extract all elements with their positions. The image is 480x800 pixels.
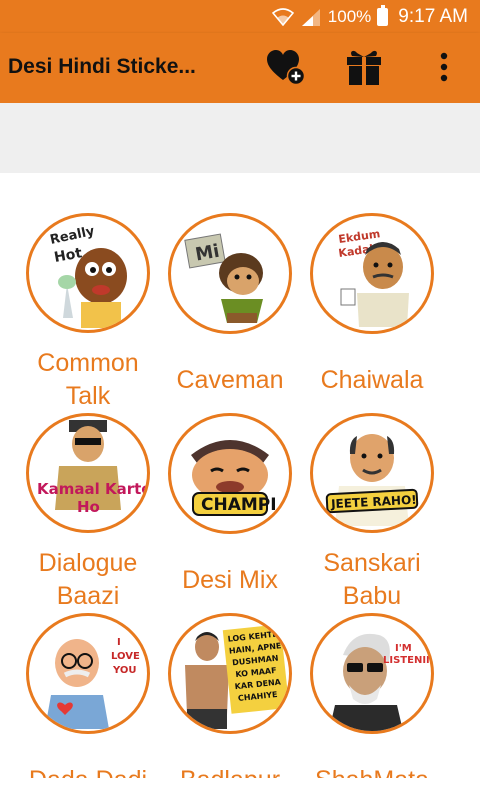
category-label: Badlapur <box>155 748 305 778</box>
category-label: Sanskari Babu <box>323 549 421 610</box>
sticker-caption: LISTENING <box>383 655 431 666</box>
battery-icon <box>377 4 389 26</box>
category-item-dialogue-baazi[interactable]: Kamaal Karte Ho Dialogue Baazi <box>13 413 163 613</box>
sticker-thumbnail: Kamaal Karte Ho <box>26 413 150 533</box>
sticker-thumbnail: I'M LISTENING <box>310 613 434 735</box>
category-grid: Really Hot Common Talk Mi Caveman Ekdum … <box>0 173 480 778</box>
category-item-chaiwala[interactable]: Ekdum Kadak Chaiwala <box>297 213 447 413</box>
sticker-caption: Ho <box>77 498 100 516</box>
sticker-caption: LOVE <box>111 651 140 662</box>
clock: 9:17 AM <box>398 5 468 27</box>
sticker-thumbnail: Ekdum Kadak <box>310 213 434 335</box>
sticker-caption: YOU <box>112 665 137 676</box>
sticker-thumbnail: Really Hot <box>26 213 150 333</box>
heart-plus-icon <box>266 49 306 90</box>
sticker-caption: Kamaal Karte <box>37 480 147 498</box>
gift-icon <box>344 47 384 92</box>
sticker-thumbnail: JEETE RAHO! <box>310 413 434 533</box>
app-bar: Desi Hindi Sticke... <box>0 33 480 103</box>
category-label: Dada Dadi <box>13 748 163 778</box>
favorite-add-button[interactable] <box>262 45 310 93</box>
signal-icon <box>300 8 322 26</box>
category-item-dada-dadi[interactable]: I LOVE YOU Dada Dadi <box>13 613 163 778</box>
status-bar: 100% 9:17 AM <box>0 0 480 33</box>
gift-button[interactable] <box>340 45 388 93</box>
battery-percent: 100% <box>327 6 372 26</box>
category-label: Chaiwala <box>320 366 424 395</box>
sticker-thumbnail: LOG KEHTE HAIN, APNE DUSHMAN KO MAAF KAR… <box>168 613 292 735</box>
sticker-caption: I'M <box>395 643 412 654</box>
category-item-sanskari-babu[interactable]: JEETE RAHO! Sanskari Babu <box>297 413 447 613</box>
category-item-desi-mix[interactable]: CHAMPI Desi Mix <box>155 413 305 613</box>
ad-banner <box>0 103 480 173</box>
category-label: ShahMata <box>297 748 447 778</box>
app-title: Desi Hindi Sticke... <box>8 55 196 78</box>
category-label: Dialogue Baazi <box>38 549 138 610</box>
category-item-badlapur[interactable]: LOG KEHTE HAIN, APNE DUSHMAN KO MAAF KAR… <box>155 613 305 778</box>
sticker-caption: Really <box>49 224 97 248</box>
category-label: Desi Mix <box>182 566 278 595</box>
category-item-caveman[interactable]: Mi Caveman <box>155 213 305 413</box>
sticker-caption: CHAMPI <box>201 495 277 515</box>
sticker-caption: I <box>117 637 121 648</box>
more-vert-icon <box>439 52 449 87</box>
sticker-thumbnail: Mi <box>168 213 292 335</box>
category-label: Common Talk <box>37 349 139 410</box>
sticker-caption: Mi <box>194 240 221 265</box>
category-label: Caveman <box>176 366 284 395</box>
category-item-shahmata[interactable]: I'M LISTENING ShahMata <box>297 613 447 778</box>
sticker-thumbnail: CHAMPI <box>168 413 292 535</box>
wifi-icon <box>271 7 294 26</box>
category-item-common-talk[interactable]: Really Hot Common Talk <box>13 213 163 413</box>
more-options-button[interactable] <box>420 45 468 93</box>
sticker-thumbnail: I LOVE YOU <box>26 613 150 735</box>
